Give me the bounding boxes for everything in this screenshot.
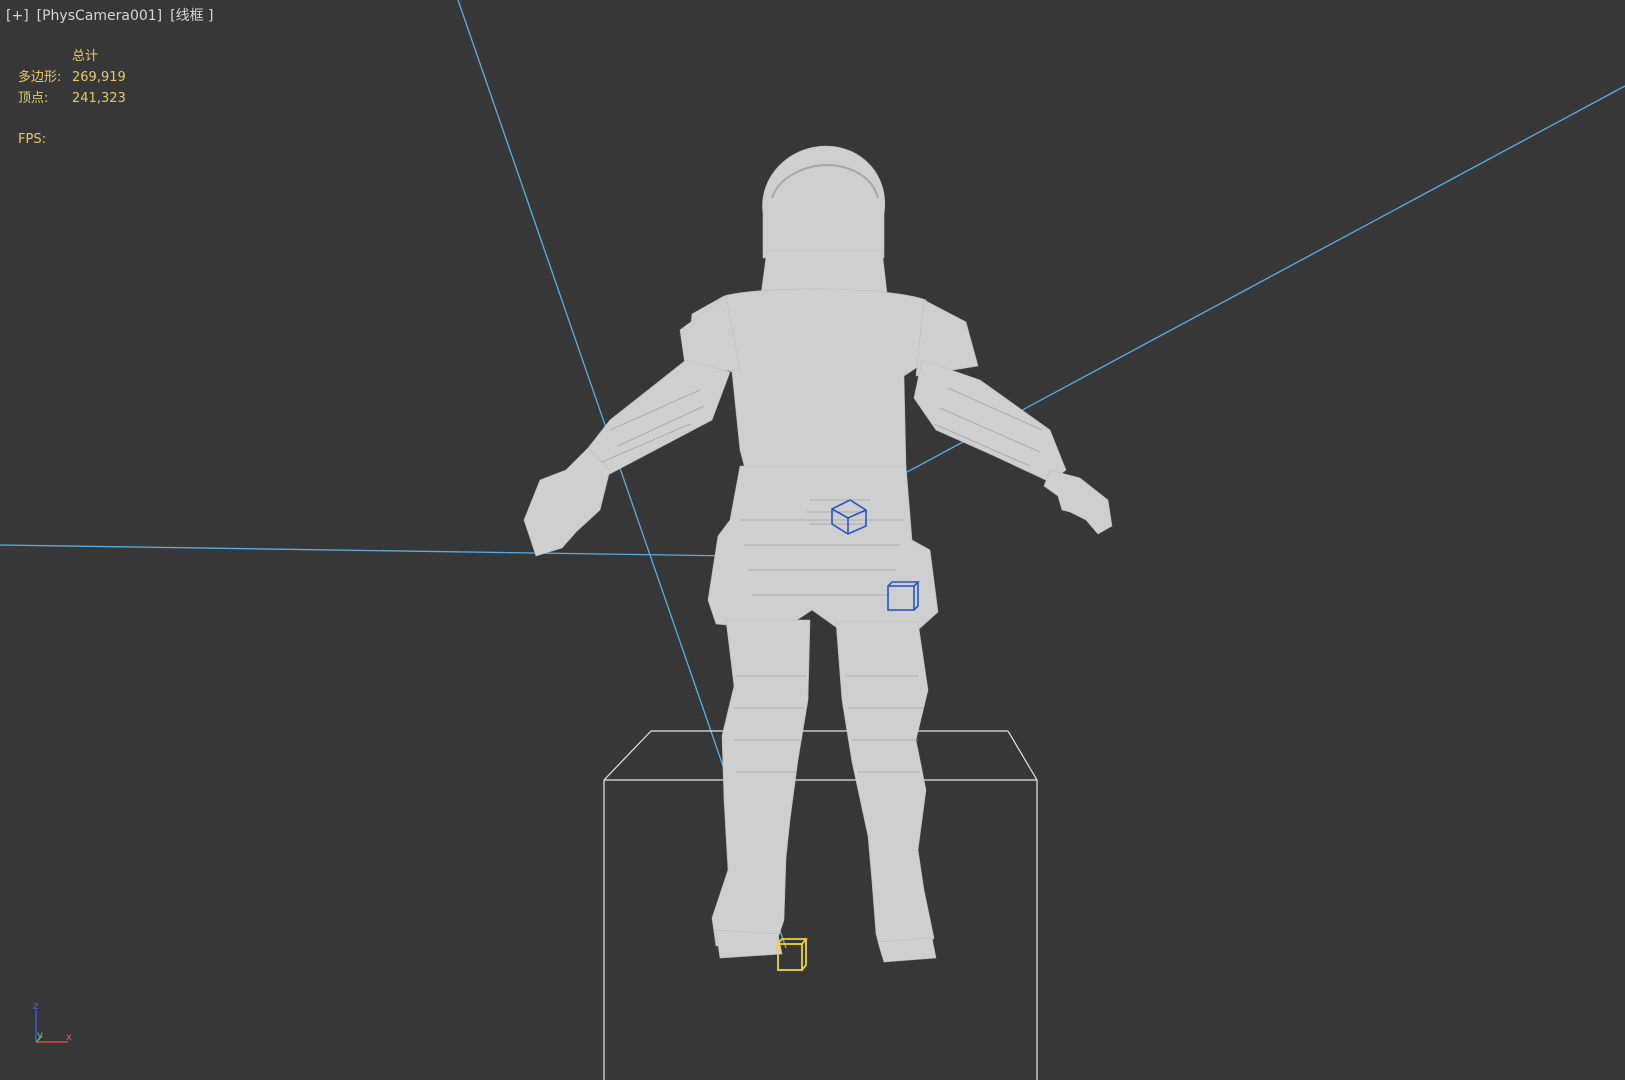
x-axis-label: x <box>66 1032 72 1043</box>
scene-canvas[interactable] <box>0 0 1625 1080</box>
viewport-menu-button[interactable]: [+] <box>6 6 29 26</box>
z-axis-label: z <box>33 1002 38 1012</box>
camera-frustum-line-right <box>841 85 1625 508</box>
viewport-shading-button[interactable]: [线框 ] <box>170 6 213 26</box>
selected-object-box[interactable] <box>777 938 808 971</box>
stats-vertices-label: 顶点: <box>18 91 49 106</box>
viewport-camera-button[interactable]: [PhysCamera001] <box>37 6 162 26</box>
pedestal-box-wireframe[interactable] <box>603 730 1038 1080</box>
viewport-label-bar: [+] [PhysCamera001] [线框 ] <box>6 6 214 26</box>
stats-header-row: 总计 <box>18 46 188 67</box>
stats-header: 总计 <box>72 49 99 64</box>
stats-vertices-row: 顶点: 241,323 <box>18 88 188 109</box>
stats-fps-row: FPS: <box>18 129 188 150</box>
stats-polygons-row: 多边形: 269,919 <box>18 67 188 88</box>
stats-fps-label: FPS: <box>18 132 46 147</box>
axis-gizmo[interactable]: z y x <box>28 1002 76 1050</box>
camera-target-line <box>0 544 736 557</box>
3d-viewport[interactable]: [+] [PhysCamera001] [线框 ] 总计 多边形: 269,91… <box>0 0 1625 1080</box>
stats-vertices-value: 241,323 <box>72 91 126 106</box>
stats-polygons-label: 多边形: <box>18 70 62 85</box>
stats-polygons-value: 269,919 <box>72 70 126 85</box>
viewport-statistics: 总计 多边形: 269,919 顶点: 241,323 FPS: <box>18 46 188 150</box>
y-axis-label: y <box>37 1030 43 1041</box>
